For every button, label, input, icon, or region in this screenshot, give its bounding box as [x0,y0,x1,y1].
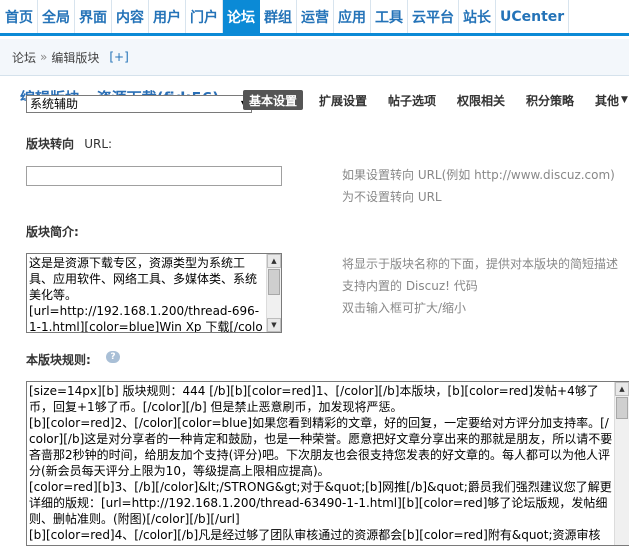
nav-item-7[interactable]: 群组 [260,0,297,33]
tab-credit-policy[interactable]: 积分策略 [526,90,574,110]
nav-item-8[interactable]: 运营 [297,0,334,33]
nav-item-0[interactable]: 首页 [1,0,38,33]
tab-basic-settings[interactable]: 基本设置 [243,90,304,110]
breadcrumb-current: 编辑版块 [51,50,100,65]
tab-post-options[interactable]: 帖子选项 [388,90,436,110]
rules-textarea[interactable]: [size=14px][b] 版块规则：444 [/b][b][color=re… [26,381,629,546]
forum-select-value: 系统辅助 [30,97,79,111]
rules-text: [size=14px][b] 版块规则：444 [/b][b][color=re… [29,384,613,542]
description-text: 这是是资源下载专区，资源类型为系统工具、应用软件、网络工具、多媒体类、系统美化等… [29,256,263,333]
help-icon[interactable]: ? [106,351,120,363]
nav-item-2[interactable]: 界面 [75,0,112,33]
breadcrumb: 论坛 » 编辑版块 [+] [0,39,629,76]
chevron-down-icon: ▼ [621,95,628,105]
description-scrollbar[interactable]: ▲ ▼ [266,254,281,332]
scroll-down-icon[interactable]: ▼ [267,318,281,332]
breadcrumb-root[interactable]: 论坛 [12,49,36,66]
add-shortcut-button[interactable]: [+] [109,50,128,64]
nav-item-3[interactable]: 内容 [112,0,149,33]
nav-item-6[interactable]: 论坛 [223,0,260,33]
scroll-up-icon[interactable]: ▲ [267,254,281,268]
nav-item-4[interactable]: 用户 [149,0,186,33]
nav-item-5[interactable]: 门户 [186,0,223,33]
tab-other[interactable]: 其他 ▼ [595,90,628,110]
redirect-url-hint: 如果设置转向 URL(例如 http://www.discuz.com) 为不设… [342,168,615,204]
redirect-url-input[interactable] [26,166,282,186]
description-hint: 将显示于版块名称的下面，提供对本版块的简短描述 支持内置的 Discuz! 代码… [342,257,619,315]
nav-item-12[interactable]: 站长 [459,0,496,33]
scroll-up-icon[interactable]: ▲ [615,382,629,396]
rules-label: 本版块规则: [26,353,91,367]
description-textarea[interactable]: 这是是资源下载专区，资源类型为系统工具、应用软件、网络工具、多媒体类、系统美化等… [26,253,282,333]
rules-scrollbar[interactable]: ▲ [614,382,629,545]
scroll-thumb[interactable] [268,269,280,295]
redirect-url-label: 版块转向 URL: [26,137,113,151]
nav-item-1[interactable]: 全局 [38,0,75,33]
tab-permissions[interactable]: 权限相关 [457,90,505,110]
forum-select[interactable]: 系统辅助 ▼ [26,95,252,113]
settings-tab-strip: 编辑版块 - 资源下载(fid:56) 系统辅助 ▼ 基本设置 扩展设置 帖子选… [0,84,629,114]
nav-items: 首页 全局 界面 内容 用户 门户 论坛 群组 运营 应用 工具 云平台 站长 UCenter [0,0,629,33]
nav-item-10[interactable]: 工具 [371,0,408,33]
nav-item-13[interactable]: UCenter [496,0,570,33]
top-nav: 首页 全局 界面 内容 用户 门户 论坛 群组 运营 应用 工具 云平台 站长 UCenter [0,0,629,36]
nav-item-11[interactable]: 云平台 [408,0,459,33]
tab-other-label: 其他 [595,93,620,108]
tab-extended-settings[interactable]: 扩展设置 [319,90,367,110]
nav-item-9[interactable]: 应用 [334,0,371,33]
breadcrumb-separator: » [40,50,48,64]
scroll-thumb[interactable] [616,397,628,419]
description-label: 版块简介: [26,225,79,239]
